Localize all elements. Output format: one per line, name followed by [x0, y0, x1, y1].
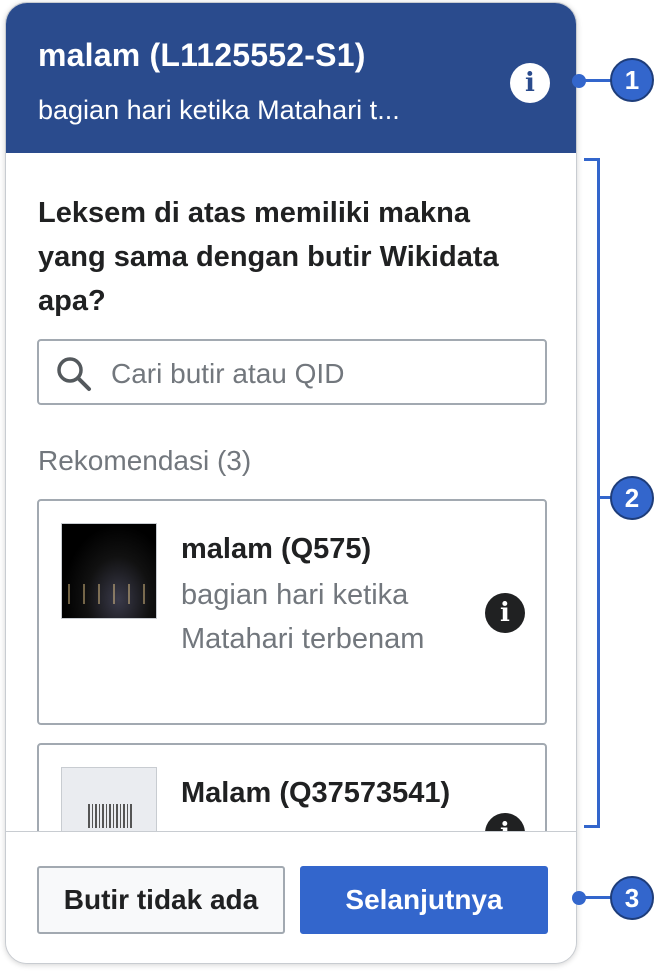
- recommendation-item[interactable]: malam (Q575) bagian hari ketika Matahari…: [37, 499, 547, 725]
- night-city-thumbnail: [61, 523, 157, 619]
- item-name: malam (Q575): [181, 533, 372, 565]
- callout-bracket: [584, 158, 600, 828]
- card-body[interactable]: Leksem di atas memiliki makna yang sama …: [6, 153, 576, 831]
- callout-line: [580, 896, 612, 899]
- search-box[interactable]: [37, 339, 547, 405]
- question-text: Leksem di atas memiliki makna yang sama …: [38, 197, 499, 317]
- card-header: malam (L1125552-S1) bagian hari ketika M…: [6, 3, 576, 153]
- item-description: bagian hari ketika Matahari terbenam: [181, 579, 425, 655]
- info-icon[interactable]: i: [510, 63, 550, 103]
- info-icon[interactable]: i: [485, 813, 525, 831]
- info-icon[interactable]: i: [485, 593, 525, 633]
- callout-line: [580, 79, 612, 82]
- next-button[interactable]: Selanjutnya: [300, 866, 548, 934]
- recommendation-item[interactable]: Malam (Q37573541) i: [37, 743, 547, 831]
- callout-badge-1: 1: [610, 58, 654, 102]
- item-not-exist-button[interactable]: Butir tidak ada: [37, 866, 285, 934]
- lexeme-card: malam (L1125552-S1) bagian hari ketika M…: [5, 2, 577, 964]
- barcode-thumbnail: [61, 767, 157, 831]
- search-input[interactable]: [109, 353, 533, 395]
- card-footer: Butir tidak ada Selanjutnya: [6, 831, 576, 963]
- callout-badge-2: 2: [610, 476, 654, 520]
- item-name: Malam (Q37573541): [181, 777, 451, 809]
- recommendations-label: Rekomendasi (3): [38, 445, 252, 476]
- callout-badge-3: 3: [610, 876, 654, 920]
- lexeme-title: malam (L1125552-S1): [38, 37, 366, 73]
- search-icon: [57, 357, 91, 391]
- lexeme-subtitle: bagian hari ketika Matahari t...: [38, 95, 400, 125]
